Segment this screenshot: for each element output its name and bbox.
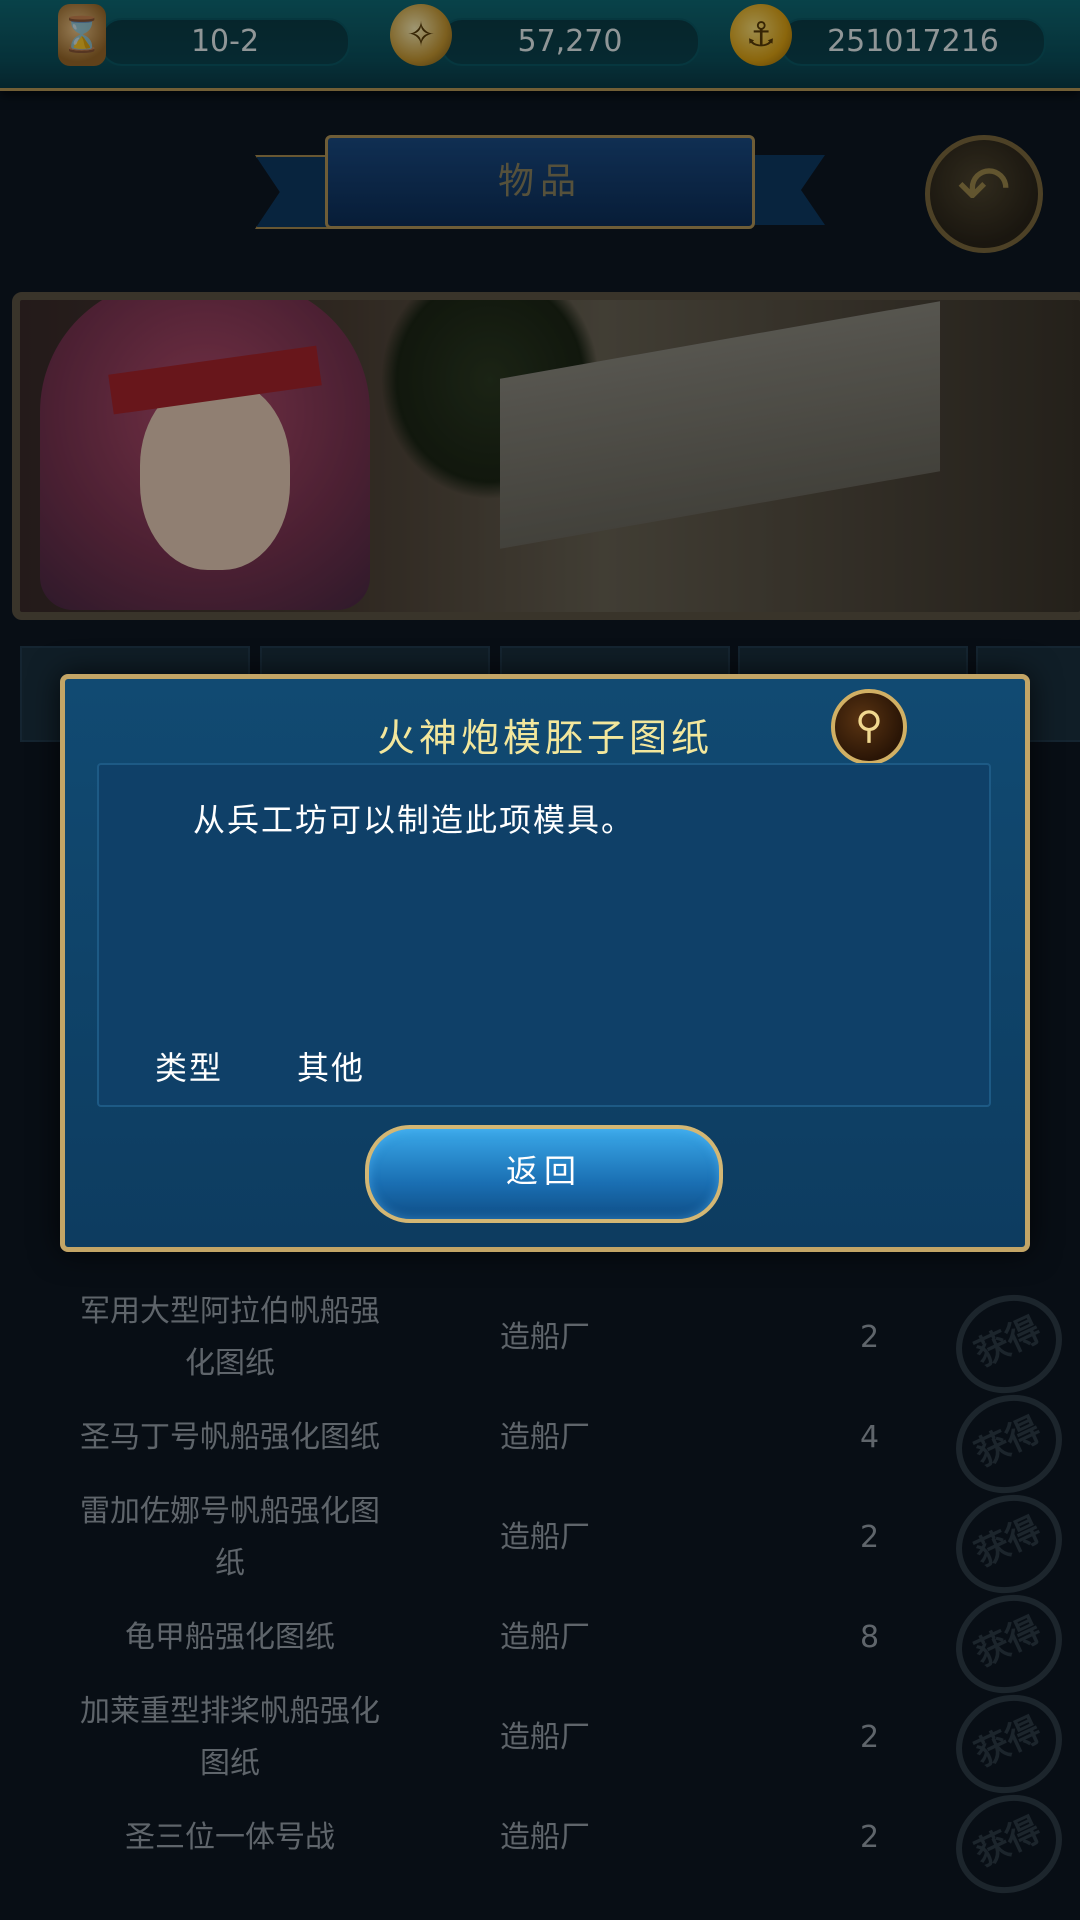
item-detail-dialog: 火神炮模胚子图纸 ⚲ 从兵工坊可以制造此项模具。 类型 其他 返回	[60, 674, 1030, 1252]
description-panel: 从兵工坊可以制造此项模具。 类型 其他	[97, 763, 991, 1107]
return-button[interactable]: 返回	[365, 1125, 723, 1223]
magnifier-button[interactable]: ⚲	[831, 689, 907, 765]
item-description: 从兵工坊可以制造此项模具。	[193, 801, 636, 839]
type-label: 类型	[155, 1049, 224, 1087]
type-value: 其他	[297, 1049, 366, 1087]
magnifier-icon: ⚲	[855, 703, 883, 747]
